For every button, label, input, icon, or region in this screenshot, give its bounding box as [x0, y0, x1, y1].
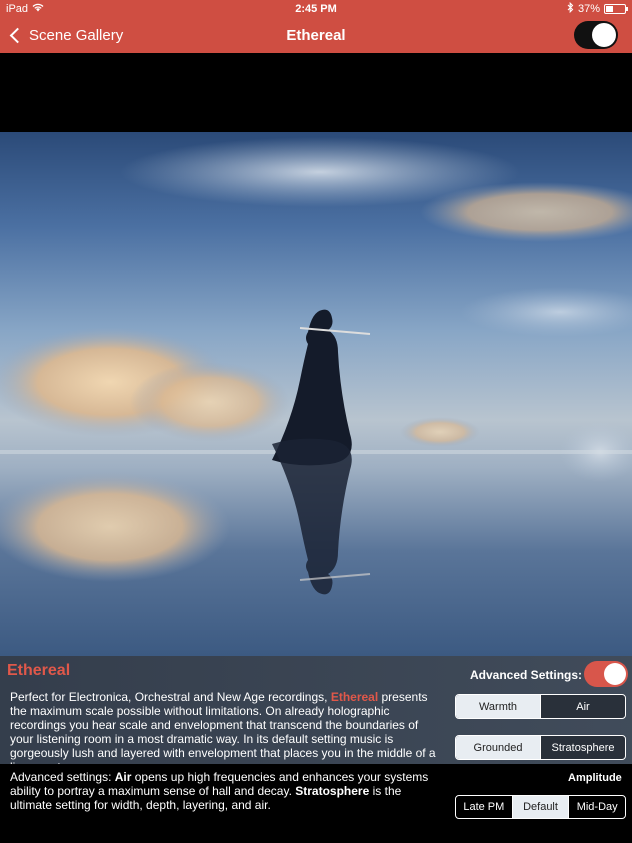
navigation-bar: Scene Gallery Ethereal [0, 18, 632, 53]
amplitude-segmented-control: Late PM Default Mid-Day [455, 795, 626, 819]
description-bold: Air [114, 770, 132, 784]
wifi-icon [32, 3, 44, 15]
advanced-settings-description: Advanced settings: Air opens up high fre… [10, 770, 440, 812]
segment-air[interactable]: Air [541, 695, 625, 718]
description-text: Perfect for Electronica, Orchestral and … [10, 690, 331, 704]
advanced-settings-label: Advanced Settings: [470, 668, 583, 682]
grounded-stratosphere-segmented-control: Grounded Stratosphere [455, 735, 626, 760]
battery-percent: 37% [577, 3, 600, 15]
description-highlight: Ethereal [330, 690, 379, 704]
scene-image [0, 132, 632, 656]
status-bar: iPad 2:45 PM 37% [0, 0, 632, 18]
battery-icon [604, 4, 628, 14]
back-button[interactable]: Scene Gallery [8, 18, 123, 53]
scene-title: Ethereal [7, 662, 71, 679]
advanced-settings-toggle[interactable] [584, 661, 628, 687]
toggle-knob [604, 663, 626, 685]
scene-description: Perfect for Electronica, Orchestral and … [10, 690, 440, 774]
segment-stratosphere[interactable]: Stratosphere [541, 736, 625, 759]
status-time: 2:45 PM [295, 3, 337, 15]
back-button-label: Scene Gallery [29, 27, 124, 44]
segment-late-pm[interactable]: Late PM [456, 796, 513, 818]
amplitude-label: Amplitude [568, 772, 622, 784]
segment-warmth[interactable]: Warmth [456, 695, 541, 718]
toggle-knob [592, 23, 616, 47]
segment-grounded[interactable]: Grounded [456, 736, 541, 759]
chevron-left-icon [9, 27, 26, 44]
bluetooth-icon [567, 1, 574, 16]
device-label: iPad [6, 3, 29, 15]
description-text: Advanced settings: [10, 770, 115, 784]
scene-power-toggle[interactable] [574, 21, 618, 49]
warmth-air-segmented-control: Warmth Air [455, 694, 626, 719]
segment-mid-day[interactable]: Mid-Day [569, 796, 625, 818]
description-bold: Stratosphere [295, 784, 370, 798]
scene-illustration [0, 137, 632, 595]
battery-level [606, 6, 613, 12]
segment-default[interactable]: Default [512, 796, 570, 818]
